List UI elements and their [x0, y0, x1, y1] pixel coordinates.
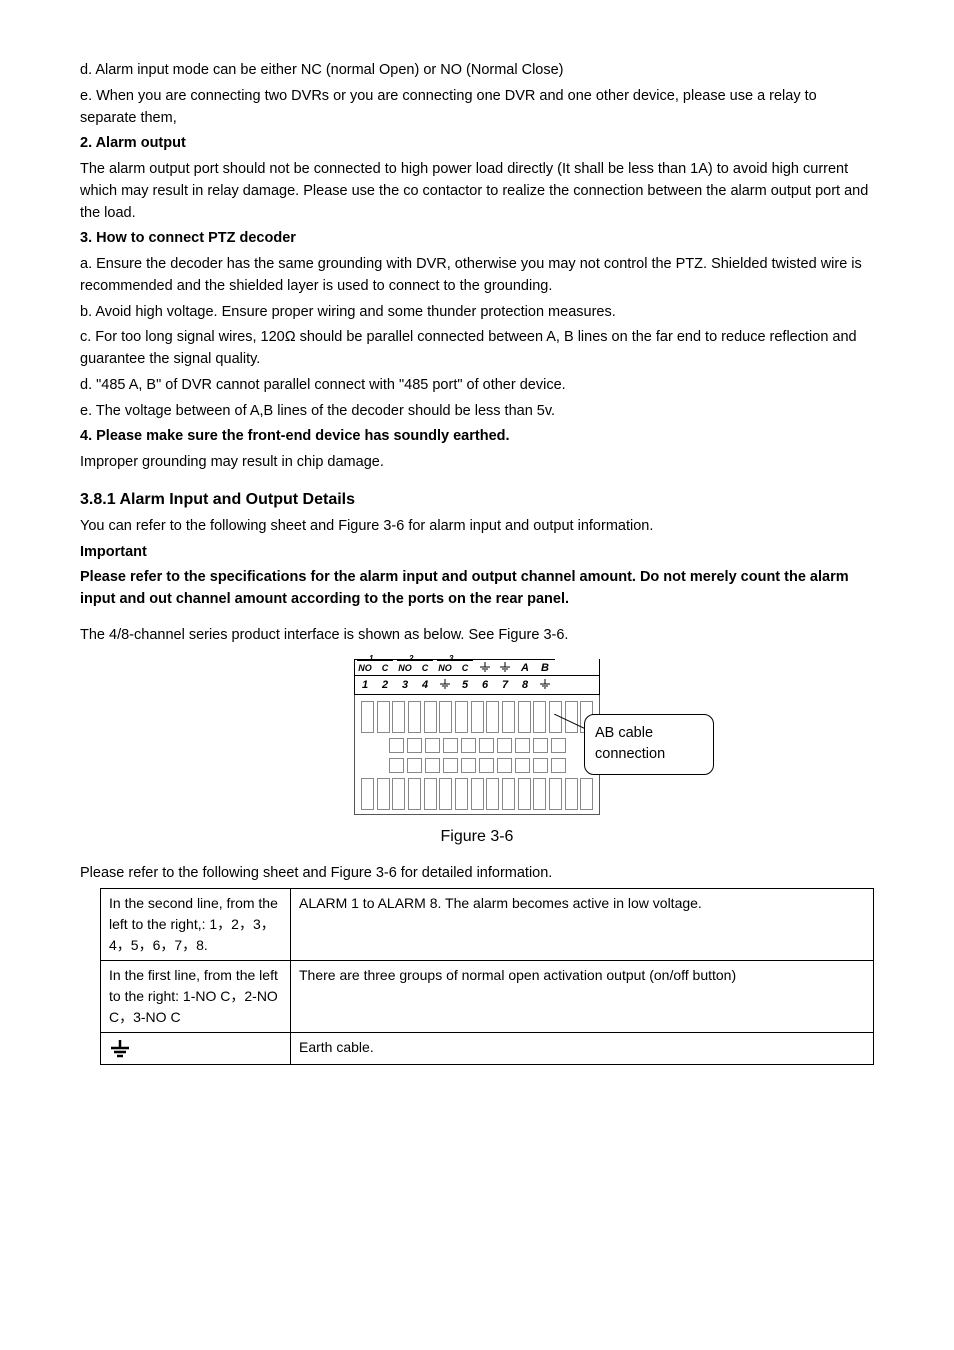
table-cell: In the first line, from the left to the …	[101, 961, 291, 1033]
heading-381: 3.8.1 Alarm Input and Output Details	[80, 488, 874, 512]
body-text: The 4/8-channel series product interface…	[80, 625, 874, 647]
diagram-bottom-row: 1 2 3 4 5 6 7 8	[354, 675, 600, 695]
figure-3-6: NO 1 C NO 2 C NO 3 C A	[80, 659, 874, 815]
body-text: e. When you are connecting two DVRs or y…	[80, 86, 874, 130]
ground-icon	[499, 665, 511, 677]
ground-icon	[439, 683, 451, 695]
table-cell: Earth cable.	[291, 1033, 874, 1064]
body-text-bold: Please refer to the specifications for t…	[80, 567, 874, 611]
body-text: You can refer to the following sheet and…	[80, 516, 874, 538]
table-cell-ground-icon	[101, 1033, 291, 1064]
body-text: a. Ensure the decoder has the same groun…	[80, 254, 874, 298]
heading-ptz-decoder: 3. How to connect PTZ decoder	[80, 228, 874, 250]
heading-earthed: 4. Please make sure the front-end device…	[80, 426, 874, 448]
table-cell: ALARM 1 to ALARM 8. The alarm becomes ac…	[291, 889, 874, 961]
ground-icon	[479, 665, 491, 677]
body-text: d. "485 A, B" of DVR cannot parallel con…	[80, 375, 874, 397]
ground-icon	[109, 1038, 131, 1060]
callout-ab-cable: AB cable connection	[584, 714, 714, 776]
table-row: Earth cable.	[101, 1033, 874, 1064]
diagram-top-row: NO 1 C NO 2 C NO 3 C A	[354, 659, 600, 675]
body-text: e. The voltage between of A,B lines of t…	[80, 401, 874, 423]
table-row: In the first line, from the left to the …	[101, 961, 874, 1033]
heading-important: Important	[80, 542, 874, 564]
body-text: d. Alarm input mode can be either NC (no…	[80, 60, 874, 82]
body-text: The alarm output port should not be conn…	[80, 159, 874, 224]
table-row: In the second line, from the left to the…	[101, 889, 874, 961]
body-text: Please refer to the following sheet and …	[80, 863, 874, 885]
diagram-body	[354, 695, 600, 815]
figure-caption: Figure 3-6	[80, 825, 874, 849]
heading-alarm-output: 2. Alarm output	[80, 133, 874, 155]
body-text: b. Avoid high voltage. Ensure proper wir…	[80, 302, 874, 324]
table-cell: In the second line, from the left to the…	[101, 889, 291, 961]
info-table: In the second line, from the left to the…	[100, 888, 874, 1064]
body-text: Improper grounding may result in chip da…	[80, 452, 874, 474]
body-text: c. For too long signal wires, 120Ω shoul…	[80, 327, 874, 371]
table-cell: There are three groups of normal open ac…	[291, 961, 874, 1033]
ground-icon	[539, 683, 551, 695]
callout-leader-line	[554, 714, 588, 734]
